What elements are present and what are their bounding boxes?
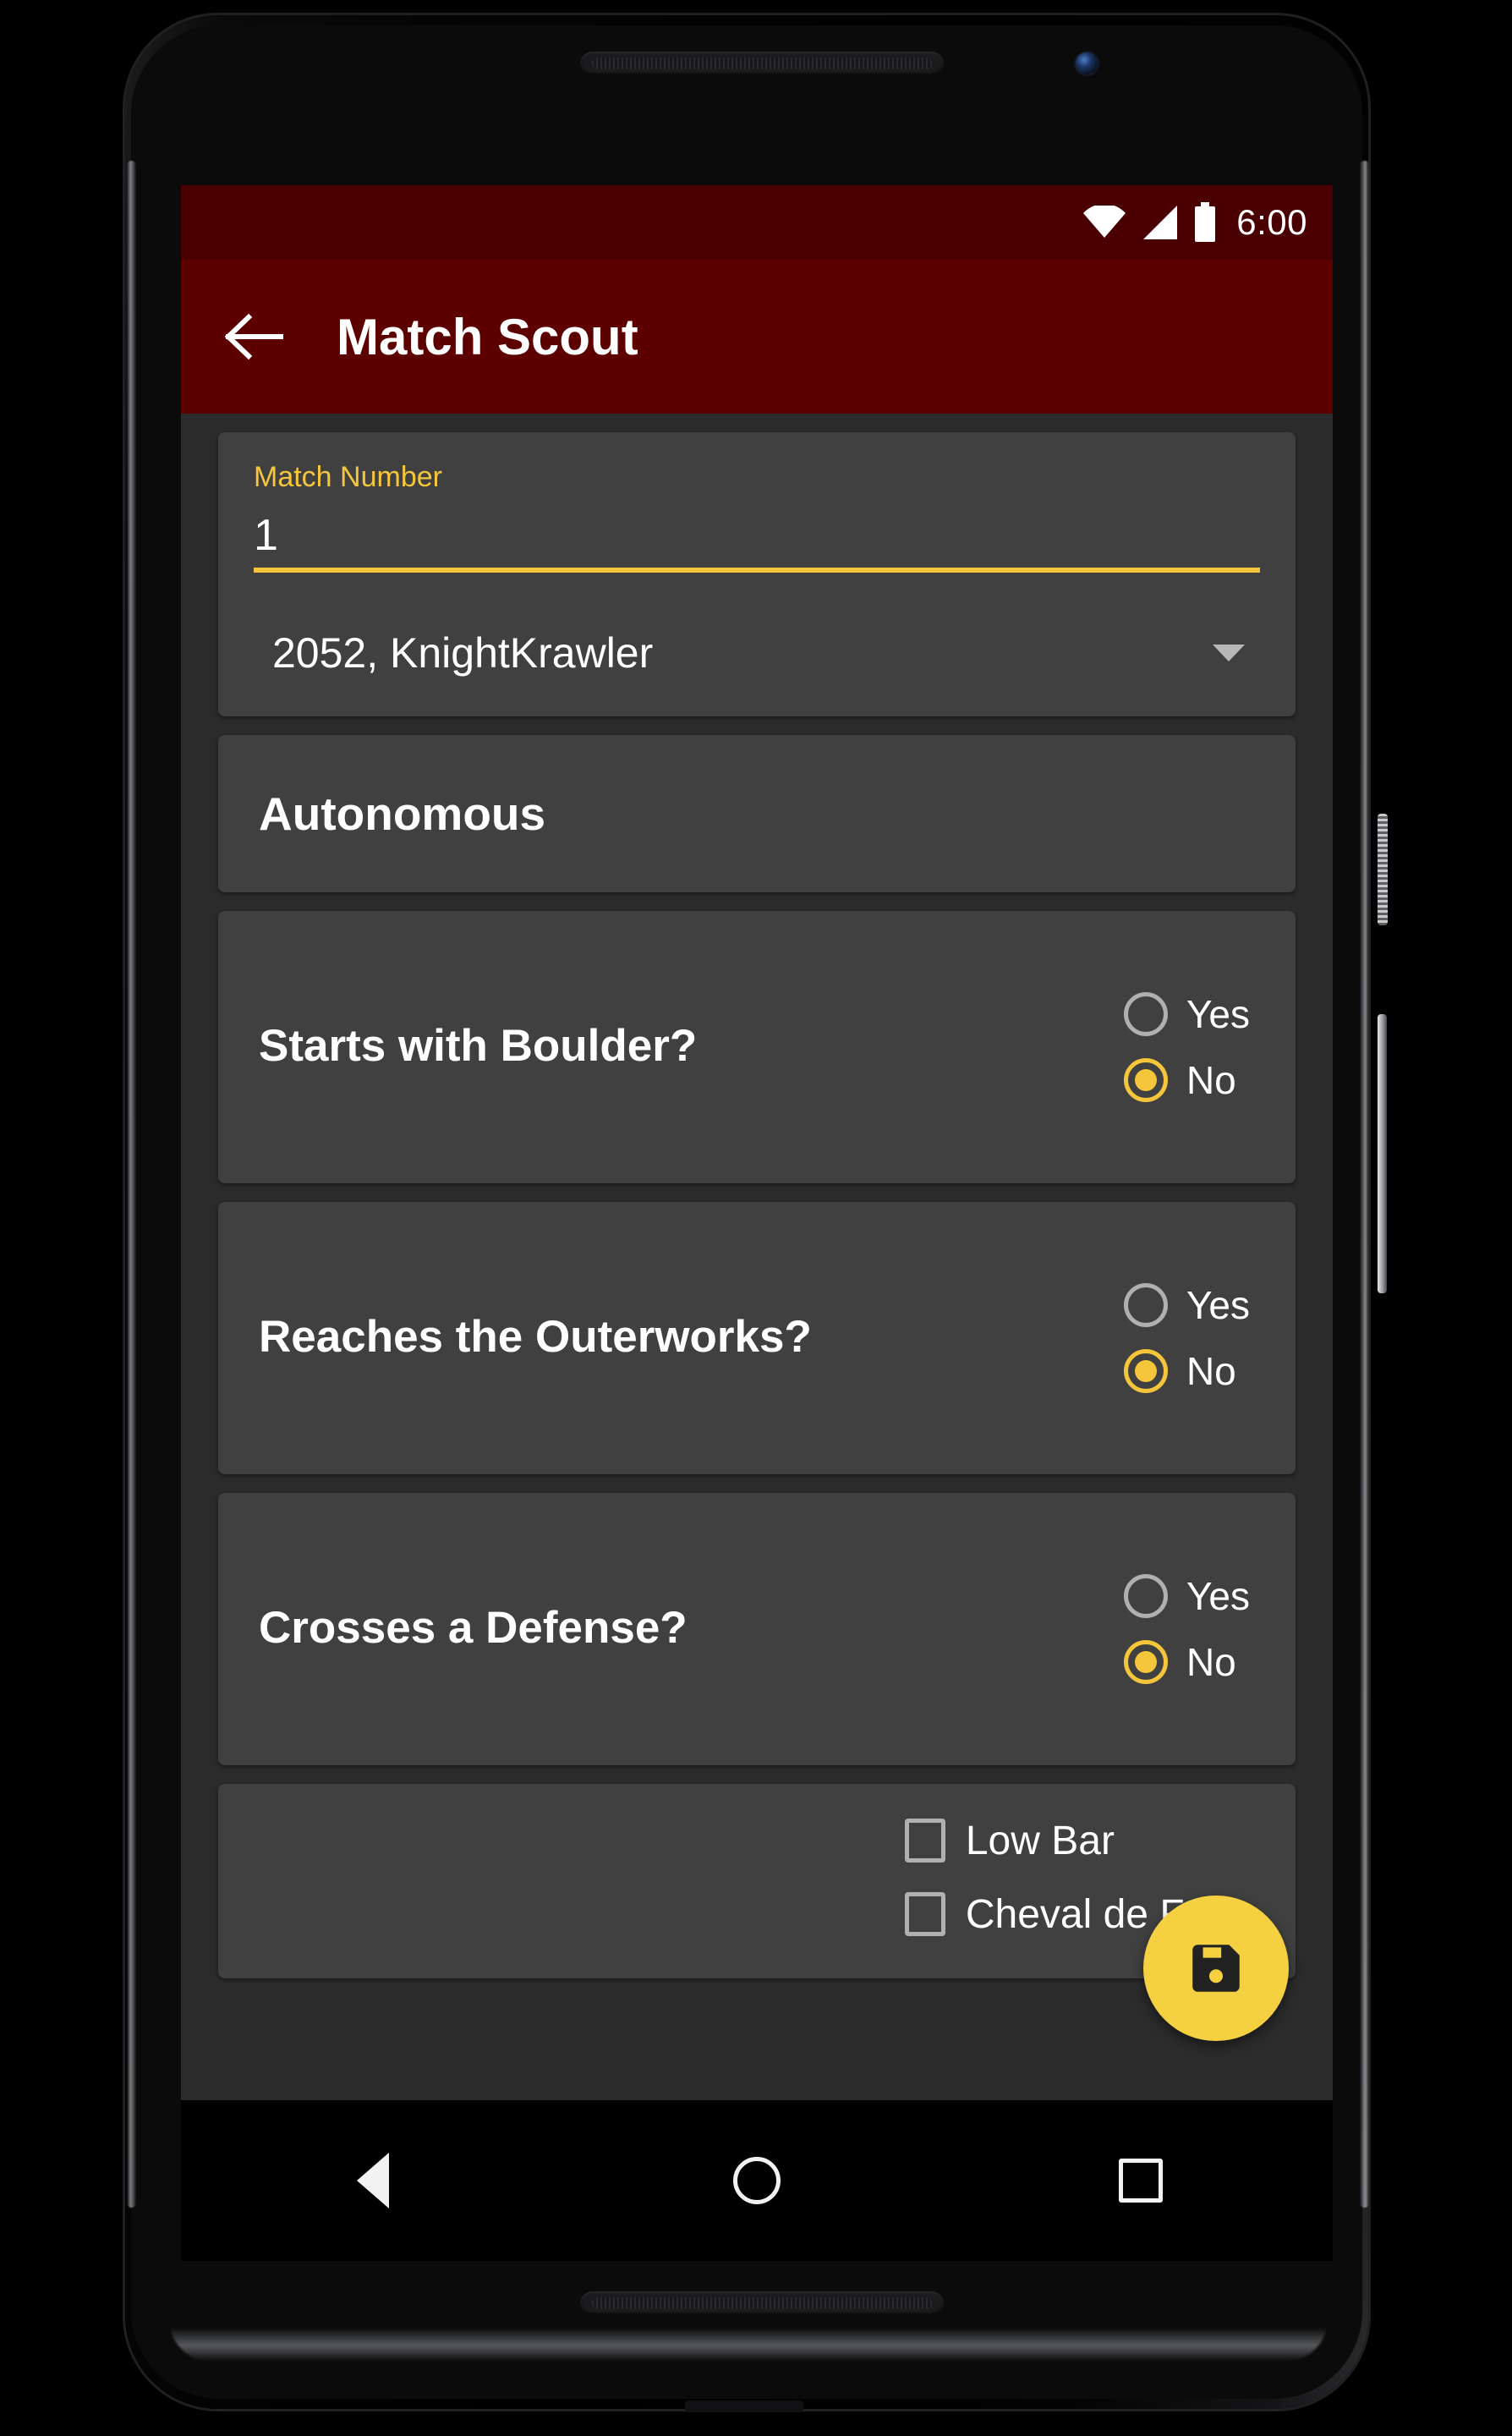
page-title: Match Scout xyxy=(337,308,638,365)
nav-recents-button[interactable] xyxy=(1077,2117,1204,2244)
front-camera xyxy=(1076,52,1098,74)
autonomous-section-header: Autonomous xyxy=(218,734,1296,892)
checkbox-icon xyxy=(904,1819,945,1863)
loud-speaker xyxy=(580,2291,944,2315)
radio-circle-selected-icon xyxy=(1123,1639,1168,1684)
nav-home-button[interactable] xyxy=(693,2117,820,2244)
nav-back-button[interactable] xyxy=(310,2117,436,2244)
team-select-dropdown[interactable]: 2052, KnightKrawler xyxy=(254,628,1260,678)
back-arrow-icon xyxy=(225,313,283,360)
back-button[interactable] xyxy=(222,304,288,370)
nav-back-icon xyxy=(357,2153,389,2208)
radio-group: Yes No xyxy=(1123,991,1250,1103)
checkbox-label: Low Bar xyxy=(965,1818,1115,1863)
power-button[interactable] xyxy=(1378,814,1388,925)
radio-circle-icon xyxy=(1123,1573,1168,1618)
radio-group: Yes No xyxy=(1123,1573,1250,1685)
status-bar: 6:00 xyxy=(181,185,1333,260)
radio-circle-icon xyxy=(1123,991,1168,1036)
save-fab-button[interactable] xyxy=(1143,1896,1289,2041)
question-label: Starts with Boulder? xyxy=(259,1021,698,1072)
volume-rocker[interactable] xyxy=(1378,1014,1387,1293)
nav-home-icon xyxy=(733,2157,781,2204)
nav-recents-icon xyxy=(1119,2159,1163,2203)
earpiece-speaker xyxy=(580,52,944,75)
usb-port xyxy=(685,2400,803,2412)
radio-circle-selected-icon xyxy=(1123,1348,1168,1393)
chevron-down-icon xyxy=(1213,644,1245,661)
radio-option-yes[interactable]: Yes xyxy=(1123,1573,1250,1619)
status-time: 6:00 xyxy=(1236,202,1307,242)
radio-circle-selected-icon xyxy=(1123,1057,1168,1102)
radio-label: No xyxy=(1186,1639,1236,1684)
question-label: Crosses a Defense? xyxy=(259,1603,688,1654)
checkbox-icon xyxy=(904,1892,945,1937)
match-number-input[interactable]: 1 xyxy=(254,513,1260,573)
battery-icon xyxy=(1192,202,1218,243)
section-title: Autonomous xyxy=(259,787,546,840)
radio-label: No xyxy=(1186,1057,1236,1102)
question-card-starts-with-boulder: Starts with Boulder? Yes No xyxy=(218,910,1296,1183)
defense-checklist-card: Low Bar Cheval de Frise xyxy=(218,1783,1296,1978)
radio-option-no[interactable]: No xyxy=(1123,1057,1250,1103)
phone-screen: 6:00 Match Scout Match Number 1 2052, Kn… xyxy=(181,185,1333,2100)
radio-circle-icon xyxy=(1123,1282,1168,1327)
radio-option-yes[interactable]: Yes xyxy=(1123,1282,1250,1328)
app-bar: Match Scout xyxy=(181,260,1333,414)
radio-label: Yes xyxy=(1186,1282,1250,1327)
radio-option-no[interactable]: No xyxy=(1123,1639,1250,1685)
wifi-icon xyxy=(1082,206,1126,239)
question-label: Reaches the Outerworks? xyxy=(259,1312,812,1363)
radio-label: No xyxy=(1186,1348,1236,1393)
radio-option-no[interactable]: No xyxy=(1123,1348,1250,1394)
checkbox-option-low-bar[interactable]: Low Bar xyxy=(904,1818,1115,1864)
radio-label: Yes xyxy=(1186,1573,1250,1618)
android-nav-bar xyxy=(181,2100,1333,2261)
cellular-signal-icon xyxy=(1140,204,1179,241)
radio-option-yes[interactable]: Yes xyxy=(1123,991,1250,1037)
scroll-content[interactable]: Match Number 1 2052, KnightKrawler Auton… xyxy=(181,432,1333,1978)
question-card-crosses-a-defense: Crosses a Defense? Yes No xyxy=(218,1492,1296,1765)
match-number-label: Match Number xyxy=(254,461,442,493)
match-info-card: Match Number 1 2052, KnightKrawler xyxy=(218,432,1296,716)
match-number-value[interactable]: 1 xyxy=(254,513,1260,559)
save-icon xyxy=(1192,1945,1240,1992)
radio-group: Yes No xyxy=(1123,1282,1250,1394)
team-select-value: 2052, KnightKrawler xyxy=(272,628,654,677)
radio-label: Yes xyxy=(1186,991,1250,1036)
question-card-reaches-the-outerworks: Reaches the Outerworks? Yes No xyxy=(218,1201,1296,1474)
